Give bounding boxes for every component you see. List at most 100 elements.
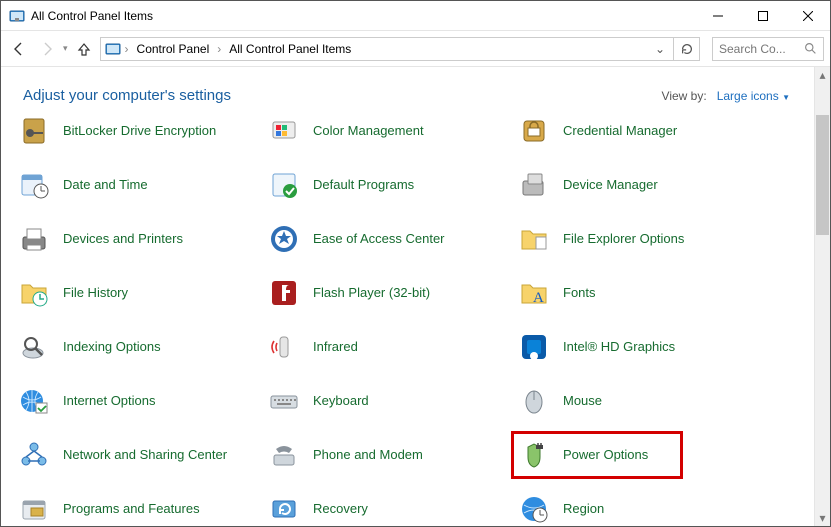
up-button[interactable] [72,37,96,61]
cp-item-indexing-options[interactable]: Indexing Options [17,329,267,365]
color-management-icon [267,114,301,148]
cp-item-internet-options[interactable]: Internet Options [17,383,267,419]
cp-item-keyboard[interactable]: Keyboard [267,383,517,419]
item-label: Default Programs [313,178,414,193]
item-label: Programs and Features [63,502,200,517]
cp-item-bitlocker-drive-encryption[interactable]: BitLocker Drive Encryption [17,113,267,149]
item-label: Internet Options [63,394,156,409]
cp-item-mouse[interactable]: Mouse [517,383,767,419]
programs-features-icon [17,492,51,526]
refresh-button[interactable] [674,37,700,61]
item-label: Indexing Options [63,340,161,355]
cp-item-default-programs[interactable]: Default Programs [267,167,517,203]
cp-item-recovery[interactable]: Recovery [267,491,517,527]
recovery-icon [267,492,301,526]
item-label: Color Management [313,124,424,139]
window-title: All Control Panel Items [31,9,153,23]
fonts-icon: A [517,276,551,310]
navigation-bar: ▾ › Control Panel › All Control Panel It… [1,31,830,67]
cp-item-flash-player-32-bit[interactable]: Flash Player (32-bit) [267,275,517,311]
indexing-options-icon [17,330,51,364]
svg-text:A: A [533,290,544,306]
region-icon [517,492,551,526]
breadcrumb-root[interactable]: Control Panel [133,42,214,56]
infrared-icon [267,330,301,364]
item-label: BitLocker Drive Encryption [63,124,216,139]
cp-item-fonts[interactable]: A Fonts [517,275,767,311]
maximize-button[interactable] [740,1,785,30]
item-label: Recovery [313,502,368,517]
ease-of-access-icon [267,222,301,256]
device-manager-icon [517,168,551,202]
close-button[interactable] [785,1,830,30]
cp-item-intel-hd-graphics[interactable]: Intel® HD Graphics [517,329,767,365]
items-area: BitLocker Drive Encryption Color Manageme… [1,101,814,526]
minimize-button[interactable] [695,1,740,30]
devices-printers-icon [17,222,51,256]
scroll-up-button[interactable]: ▴ [815,67,830,83]
item-label: File Explorer Options [563,232,684,247]
internet-options-icon [17,384,51,418]
item-label: Mouse [563,394,602,409]
cp-item-credential-manager[interactable]: Credential Manager [517,113,767,149]
cp-item-file-history[interactable]: File History [17,275,267,311]
address-bar[interactable]: › Control Panel › All Control Panel Item… [100,37,674,61]
cp-item-network-and-sharing-center[interactable]: Network and Sharing Center [17,437,267,473]
cp-item-region[interactable]: Region [517,491,767,527]
keyboard-icon [267,384,301,418]
item-label: Flash Player (32-bit) [313,286,430,301]
credential-manager-icon [517,114,551,148]
item-label: Phone and Modem [313,448,423,463]
search-icon [804,42,817,55]
cp-item-programs-and-features[interactable]: Programs and Features [17,491,267,527]
item-label: Fonts [563,286,596,301]
scroll-down-button[interactable]: ▾ [815,510,830,526]
control-panel-app-icon [9,8,25,24]
cp-item-devices-and-printers[interactable]: Devices and Printers [17,221,267,257]
cp-item-ease-of-access-center[interactable]: Ease of Access Center [267,221,517,257]
search-placeholder: Search Co... [719,42,798,56]
default-programs-icon [267,168,301,202]
scroll-thumb[interactable] [816,115,829,235]
item-label: Region [563,502,604,517]
item-label: Intel® HD Graphics [563,340,675,355]
history-dropdown[interactable]: ▾ [63,43,68,54]
item-label: Credential Manager [563,124,677,139]
item-label: Power Options [563,448,648,463]
mouse-icon [517,384,551,418]
cp-item-power-options[interactable]: Power Options [517,437,767,473]
power-options-icon [517,438,551,472]
date-time-icon [17,168,51,202]
intel-graphics-icon [517,330,551,364]
flash-player-icon [267,276,301,310]
control-panel-small-icon [105,41,121,57]
cp-item-device-manager[interactable]: Device Manager [517,167,767,203]
breadcrumb-current[interactable]: All Control Panel Items [225,42,355,56]
network-sharing-icon [17,438,51,472]
item-label: Network and Sharing Center [63,448,227,463]
cp-item-phone-and-modem[interactable]: Phone and Modem [267,437,517,473]
search-box[interactable]: Search Co... [712,37,824,61]
control-panel-window: All Control Panel Items ▾ › Co [0,0,831,527]
titlebar: All Control Panel Items [1,1,830,31]
address-dropdown[interactable]: ⌄ [651,42,669,56]
item-label: Keyboard [313,394,369,409]
item-label: Ease of Access Center [313,232,445,247]
back-button[interactable] [7,37,31,61]
item-label: Device Manager [563,178,658,193]
cp-item-infrared[interactable]: Infrared [267,329,517,365]
item-label: File History [63,286,128,301]
file-history-icon [17,276,51,310]
cp-item-file-explorer-options[interactable]: File Explorer Options [517,221,767,257]
forward-button[interactable] [35,37,59,61]
item-label: Date and Time [63,178,148,193]
phone-modem-icon [267,438,301,472]
bitlocker-icon [17,114,51,148]
cp-item-color-management[interactable]: Color Management [267,113,517,149]
chevron-right-icon[interactable]: › [217,42,221,56]
item-label: Devices and Printers [63,232,183,247]
chevron-right-icon[interactable]: › [125,42,129,56]
vertical-scrollbar[interactable]: ▴ ▾ [814,67,830,526]
file-explorer-options-icon [517,222,551,256]
cp-item-date-and-time[interactable]: Date and Time [17,167,267,203]
